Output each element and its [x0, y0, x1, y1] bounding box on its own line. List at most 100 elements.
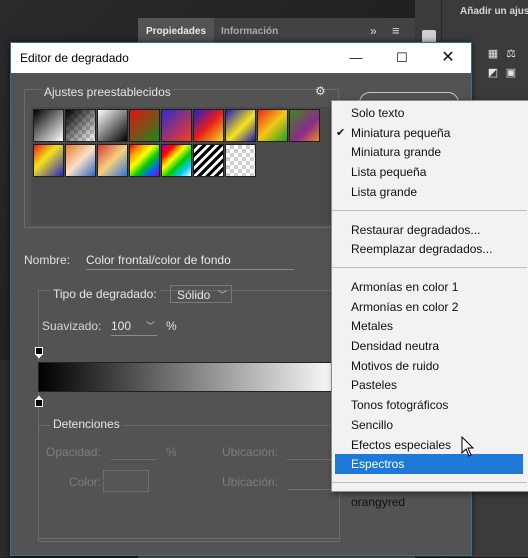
- menu-item[interactable]: Lista pequeña: [332, 162, 522, 182]
- smoothness-value: 100: [111, 319, 132, 333]
- menu-item[interactable]: Reemplazar degradados...: [332, 239, 522, 259]
- menu-item[interactable]: Pasteles: [332, 375, 522, 395]
- preset-thumbnail[interactable]: [129, 109, 160, 142]
- dialog-title: Editor de degradado: [20, 51, 129, 65]
- opacity-unit: %: [166, 445, 177, 459]
- smoothness-field[interactable]: 100 ﹀: [111, 317, 157, 336]
- chevron-down-icon: ﹀: [145, 321, 155, 331]
- name-field[interactable]: Color frontal/color de fondo: [86, 251, 294, 270]
- preset-thumbnail[interactable]: [129, 144, 160, 177]
- menu-item-label: Solo texto: [351, 106, 405, 120]
- smoothness-label: Suavizado:: [42, 319, 102, 333]
- gear-icon[interactable]: ⚙: [315, 84, 326, 98]
- gradient-bar[interactable]: [38, 362, 340, 392]
- opacity-location-label: Ubicación:: [222, 445, 279, 459]
- menu-item-label: Miniatura pequeña: [351, 125, 451, 140]
- levels-icon[interactable]: ▦: [485, 47, 501, 61]
- color-stop-icon[interactable]: [35, 395, 43, 407]
- menu-item[interactable]: Armonías en color 1: [332, 277, 522, 297]
- panel-tabbar: Propiedades Información » ≡: [138, 18, 415, 44]
- presets-menu: Solo texto ✔ Miniatura pequeña Miniatura gr…: [331, 100, 528, 509]
- maximize-icon[interactable]: ☐: [379, 43, 425, 73]
- mouse-cursor-icon: [461, 436, 475, 457]
- menu-item[interactable]: Motivos de ruido: [332, 356, 522, 376]
- tab-informacion[interactable]: Información: [221, 18, 278, 44]
- menu-item[interactable]: Armonías en color 2: [332, 297, 522, 317]
- menu-item[interactable]: Espectros: [335, 454, 523, 474]
- menu-item-label: Sencillo: [351, 417, 394, 432]
- preset-thumbnail[interactable]: [65, 109, 96, 142]
- add-adjustment-label: Añadir un ajuste: [460, 6, 528, 17]
- menu-item-label: Reemplazar degradados...: [351, 242, 493, 257]
- menu-item-label: Lista pequeña: [351, 165, 427, 180]
- menu-item-label: Miniatura grande: [351, 145, 442, 160]
- menu-item-label: Tonos fotográficos: [351, 398, 449, 413]
- color-label: Color:: [69, 475, 102, 489]
- menu-item-label: Motivos de ruido: [351, 358, 440, 373]
- menu-item[interactable]: ✔ Miniatura pequeña: [332, 123, 522, 143]
- menu-item-label: Armonías en color 2: [351, 299, 459, 314]
- smoothness-unit: %: [166, 319, 177, 333]
- preset-thumbnail[interactable]: [97, 109, 128, 142]
- balance-icon[interactable]: ⚖: [503, 47, 519, 61]
- preset-thumbnail[interactable]: [193, 109, 224, 142]
- menu-item-label: Densidad neutra: [351, 339, 440, 353]
- preset-thumbnail[interactable]: [65, 144, 96, 177]
- menu-item[interactable]: Miniatura grande: [332, 142, 522, 162]
- color-well: [103, 470, 149, 492]
- adjustment-icons: ▦ ⚖ ◩ ▣: [485, 46, 525, 84]
- chevron-down-icon: ﹀: [217, 290, 227, 300]
- menu-item-label: Lista grande: [351, 184, 418, 199]
- collapse-panels-icon[interactable]: »: [370, 18, 377, 45]
- menu-item[interactable]: Solo texto: [332, 103, 522, 123]
- preset-thumbnail[interactable]: [33, 144, 64, 177]
- menu-item-label: Restaurar degradados...: [351, 222, 481, 237]
- menu-item[interactable]: Sencillo: [332, 415, 522, 435]
- preset-thumbnail[interactable]: [225, 144, 256, 177]
- opacity-location-field: [287, 443, 332, 460]
- menu-item[interactable]: Efectos especiales: [332, 435, 522, 455]
- preset-thumbnail[interactable]: [289, 109, 320, 142]
- preset-thumbnail[interactable]: [33, 109, 64, 142]
- opacity-label: Opacidad:: [46, 445, 101, 459]
- menu-item[interactable]: Tonos fotográficos: [332, 395, 522, 415]
- menu-separator: [332, 266, 527, 268]
- panel-menu-icon[interactable]: ≡: [392, 18, 400, 44]
- menu-item-label: Efectos especiales: [351, 437, 452, 452]
- menu-item[interactable]: Metales: [332, 316, 522, 336]
- menu-item-label: orangyred: [351, 494, 406, 509]
- menu-item-label: Espectros: [351, 457, 405, 472]
- name-label: Nombre:: [24, 253, 71, 267]
- menu-item-label: Metales: [351, 319, 394, 334]
- preset-thumbnail[interactable]: [161, 109, 192, 142]
- preset-thumbnail[interactable]: [97, 144, 128, 177]
- stops-label: Detenciones: [50, 417, 123, 431]
- menu-separator: [332, 481, 527, 483]
- tab-propiedades[interactable]: Propiedades: [138, 18, 214, 44]
- gradient-type-value: Sólido: [177, 288, 211, 302]
- preset-thumbnail[interactable]: [257, 109, 288, 142]
- menu-separator: [332, 209, 527, 211]
- minimize-icon[interactable]: —: [333, 43, 379, 73]
- gradient-type-label: Tipo de degradado:: [50, 286, 160, 302]
- preset-thumbnail[interactable]: [193, 144, 224, 177]
- menu-item-label: Armonías en color 1: [351, 279, 459, 294]
- close-icon[interactable]: ✕: [425, 43, 471, 73]
- menu-item[interactable]: orangyred: [332, 492, 522, 512]
- presets-label: Ajustes preestablecidos: [42, 85, 173, 99]
- menu-item-label: Pasteles: [351, 378, 398, 393]
- color-location-label: Ubicación:: [222, 475, 279, 489]
- menu-item[interactable]: Restaurar degradados...: [332, 220, 522, 240]
- preset-thumbnail[interactable]: [161, 144, 192, 177]
- opacity-field: [111, 443, 157, 460]
- check-icon: ✔: [336, 126, 346, 139]
- dialog-titlebar[interactable]: Editor de degradado — ☐ ✕: [11, 43, 471, 73]
- opacity-stop-icon[interactable]: [35, 347, 43, 359]
- preset-thumbnail[interactable]: [225, 109, 256, 142]
- color-location-field: [287, 473, 332, 490]
- hue-icon[interactable]: ▣: [503, 66, 519, 80]
- menu-item[interactable]: Lista grande: [332, 182, 522, 202]
- gradient-type-select[interactable]: Sólido ﹀: [170, 285, 232, 303]
- curves-icon[interactable]: ◩: [485, 66, 501, 80]
- menu-item[interactable]: Densidad neutra: [332, 336, 522, 356]
